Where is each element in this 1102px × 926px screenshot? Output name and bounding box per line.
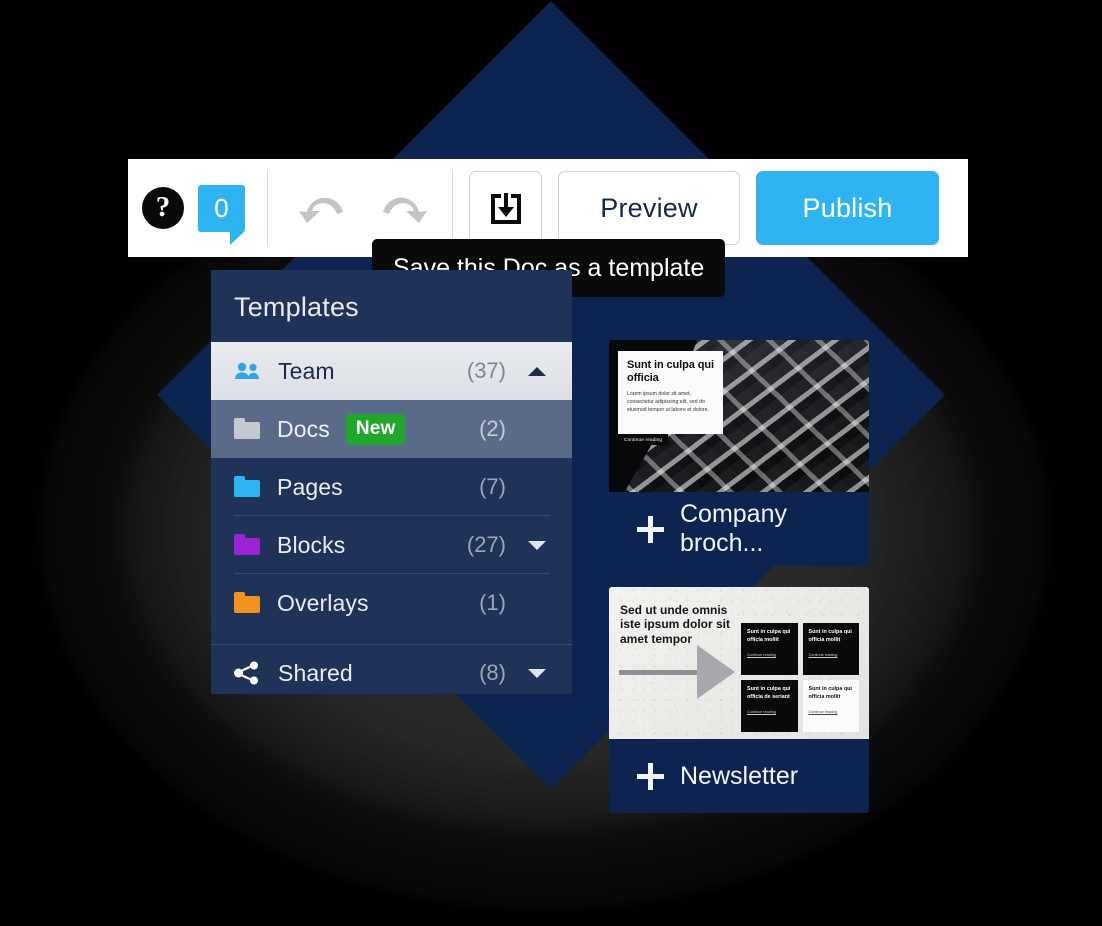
sidebar-item-label: Blocks xyxy=(277,531,346,558)
thumbnail-cta: Continue reading xyxy=(618,434,669,445)
redo-arrow-icon xyxy=(383,197,427,223)
mini-card-heading: Sunt in culpa qui officia mollit xyxy=(747,629,791,643)
sidebar-item-shared[interactable]: Shared (8) xyxy=(211,644,572,702)
folder-icon xyxy=(234,592,260,613)
preview-button-label: Preview xyxy=(600,192,698,223)
plus-icon xyxy=(637,762,664,790)
template-card-name: Company broch... xyxy=(680,500,787,557)
sidebar-item-count: (2) xyxy=(479,416,506,441)
toolbar-left-group: ? 0 xyxy=(128,159,245,257)
app-stage: ? 0 Preview Publish Save this Doc as a t… xyxy=(0,0,1102,926)
template-card-name: Newsletter xyxy=(680,761,799,790)
sidebar-item-label: Docs xyxy=(277,415,330,442)
mini-card-heading: Sunt in culpa qui officia de seriant xyxy=(747,686,791,700)
share-icon xyxy=(234,661,258,685)
templates-panel: Templates Team (37) Docs New (2) Pages (… xyxy=(211,270,572,694)
people-icon xyxy=(235,362,259,379)
comment-count-value: 0 xyxy=(214,192,229,223)
sidebar-item-team[interactable]: Team (37) xyxy=(211,342,572,400)
help-icon[interactable]: ? xyxy=(142,187,184,229)
template-thumbnail: Sunt in culpa qui officia Lorem ipsum do… xyxy=(609,340,869,492)
folder-icon xyxy=(234,534,260,555)
sidebar-item-count: (1) xyxy=(479,590,506,615)
sidebar-item-label: Shared xyxy=(278,659,353,686)
mini-card-cta: Continue reading xyxy=(808,709,838,714)
plus-icon xyxy=(637,515,664,543)
toolbar-divider-1 xyxy=(267,171,268,245)
mini-card-cta: Continue reading xyxy=(808,652,838,657)
sidebar-item-count: (7) xyxy=(479,474,506,499)
folder-icon xyxy=(234,476,260,497)
thumbnail-body: Lorem ipsum dolor sit amet, consectetur … xyxy=(627,391,709,413)
mini-card-heading: Sunt in culpa qui officia mollit xyxy=(808,629,852,643)
undo-button[interactable] xyxy=(290,182,354,234)
template-card-newsletter[interactable]: Sed ut unde omnis iste ipsum dolor sit a… xyxy=(609,587,869,813)
template-thumbnail: Sed ut unde omnis iste ipsum dolor sit a… xyxy=(609,587,869,739)
thumbnail-heading: Sed ut unde omnis iste ipsum dolor sit a… xyxy=(620,603,731,646)
thumbnail-text-card: Sunt in culpa qui officia Lorem ipsum do… xyxy=(618,351,723,434)
preview-button[interactable]: Preview xyxy=(558,171,740,245)
sidebar-item-label: Team xyxy=(278,357,335,384)
sidebar-item-overlays[interactable]: Overlays (1) xyxy=(211,574,572,632)
sidebar-item-label: Pages xyxy=(277,473,343,500)
sidebar-item-count: (27) xyxy=(466,532,506,557)
page-title: Templates xyxy=(234,292,359,322)
chevron-down-icon[interactable] xyxy=(524,540,550,550)
sidebar-item-count: (37) xyxy=(466,358,506,383)
template-card-footer[interactable]: Company broch... xyxy=(609,492,869,566)
folder-icon xyxy=(234,418,260,439)
mini-card-cta: Continue reading xyxy=(747,652,776,657)
mini-card: Sunt in culpa qui officia mollit Continu… xyxy=(802,680,859,732)
mini-card: Sunt in culpa qui officia mollit Continu… xyxy=(802,623,859,675)
thumbnail-heading: Sunt in culpa qui officia xyxy=(627,359,714,384)
mini-card: Sunt in culpa qui officia mollit Continu… xyxy=(741,623,798,675)
status-badge: New xyxy=(345,413,406,445)
save-as-template-button[interactable] xyxy=(469,171,542,245)
chevron-up-icon[interactable] xyxy=(524,366,550,376)
publish-button[interactable]: Publish xyxy=(756,171,939,245)
sidebar-item-docs[interactable]: Docs New (2) xyxy=(211,400,572,458)
sidebar-item-label: Overlays xyxy=(277,589,369,616)
mini-card-cta: Continue reading xyxy=(747,709,776,714)
templates-tree: Team (37) Docs New (2) Pages (7) Blocks xyxy=(211,342,572,702)
redo-button[interactable] xyxy=(372,182,436,234)
chevron-down-icon[interactable] xyxy=(524,668,550,678)
sidebar-item-pages[interactable]: Pages (7) xyxy=(211,458,572,516)
sidebar-item-blocks[interactable]: Blocks (27) xyxy=(211,516,572,574)
toolbar-divider-2 xyxy=(452,171,453,245)
thumbnail-mini-grid: Sunt in culpa qui officia mollit Continu… xyxy=(741,623,859,732)
undo-arrow-icon xyxy=(299,197,343,223)
mini-card: Sunt in culpa qui officia de seriant Con… xyxy=(741,680,798,732)
arrow-graphic xyxy=(619,645,736,699)
template-card-footer[interactable]: Newsletter xyxy=(609,739,869,813)
sidebar-item-count: (8) xyxy=(479,660,506,685)
comment-count-badge[interactable]: 0 xyxy=(198,184,245,245)
publish-button-label: Publish xyxy=(802,192,893,223)
mini-card-heading: Sunt in culpa qui officia mollit xyxy=(808,686,852,700)
template-card-company-brochure[interactable]: Sunt in culpa qui officia Lorem ipsum do… xyxy=(609,340,869,566)
save-download-icon xyxy=(490,193,521,224)
